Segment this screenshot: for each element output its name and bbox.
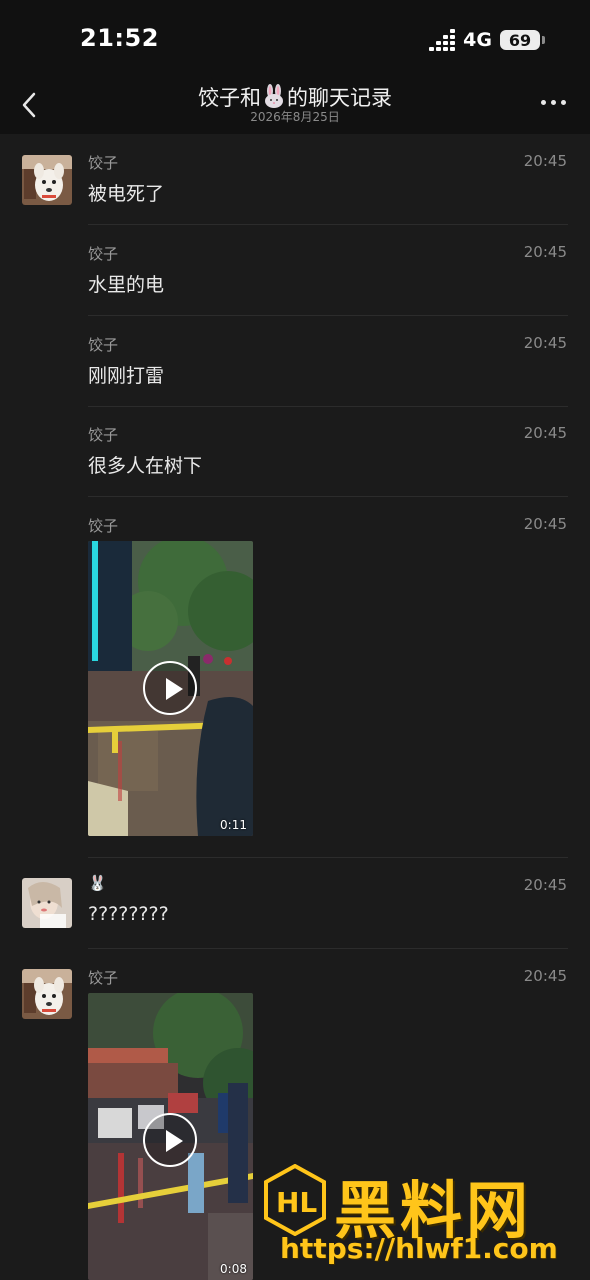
nav-bar: 饺子和 的聊天记录 2026年8月25日: [0, 74, 590, 134]
message-time: 20:45: [523, 424, 567, 442]
message-time: 20:45: [523, 152, 567, 170]
video-thumbnail[interactable]: 0:08: [88, 993, 253, 1280]
watermark: HL 黑料网 https://hlwf1.com: [262, 1160, 582, 1275]
message-time: 20:45: [523, 334, 567, 352]
sender-name: 饺子: [88, 517, 119, 535]
more-dot-icon: [541, 100, 546, 105]
message-item[interactable]: 饺子 20:45 水里的电: [0, 225, 590, 316]
message-time: 20:45: [523, 243, 567, 261]
sender-name: 饺子: [88, 969, 119, 987]
sender-name: 饺子: [88, 426, 119, 444]
message-text: 刚刚打雷: [88, 365, 165, 387]
video-duration: 0:11: [220, 818, 247, 832]
watermark-url: https://hlwf1.com: [280, 1232, 558, 1265]
sender-name: 饺子: [88, 154, 119, 172]
status-bar: 21:52 4G 69: [0, 0, 590, 74]
play-icon[interactable]: [143, 661, 197, 715]
message-text: 很多人在树下: [88, 455, 203, 477]
message-text: 被电死了: [88, 183, 165, 205]
message-item[interactable]: 🐰 20:45 ????????: [0, 858, 590, 949]
message-text: 水里的电: [88, 274, 165, 296]
message-item[interactable]: 饺子 20:45 很多人在树下: [0, 406, 590, 497]
message-item[interactable]: 饺子 20:45 被电死了: [0, 134, 590, 225]
title-suffix: 的聊天记录: [287, 86, 392, 110]
sender-name: 🐰: [88, 874, 107, 892]
signal-icon: [429, 29, 456, 51]
video-duration: 0:08: [220, 1262, 247, 1276]
message-text: ????????: [88, 903, 169, 925]
avatar-rabbit[interactable]: [22, 878, 72, 928]
status-indicators: 4G 69: [429, 26, 545, 54]
svg-text:HL: HL: [276, 1186, 317, 1219]
page-subtitle: 2026年8月25日: [250, 110, 340, 124]
sender-name: 饺子: [88, 245, 119, 263]
message-time: 20:45: [523, 515, 567, 533]
play-icon[interactable]: [143, 1113, 197, 1167]
battery-icon: 69: [500, 30, 545, 50]
message-time: 20:45: [523, 876, 567, 894]
more-dot-icon: [561, 100, 566, 105]
sender-name: 饺子: [88, 336, 119, 354]
message-item[interactable]: 饺子 20:45 刚刚打雷: [0, 316, 590, 407]
chat-history-screen: 21:52 4G 69 饺子和 的聊天记录 2026年8月25日 饺子 20:4…: [0, 0, 590, 1280]
title-prefix: 饺子和: [198, 86, 261, 110]
avatar-jiaozi[interactable]: [22, 969, 72, 1019]
more-button[interactable]: [541, 100, 566, 105]
battery-level: 69: [508, 30, 532, 50]
message-time: 20:45: [523, 967, 567, 985]
network-type: 4G: [463, 29, 492, 51]
more-dot-icon: [551, 100, 556, 105]
status-time: 21:52: [80, 24, 159, 52]
watermark-logo-icon: HL: [264, 1164, 326, 1236]
video-thumbnail[interactable]: 0:11: [88, 541, 253, 836]
avatar-jiaozi[interactable]: [22, 155, 72, 205]
message-item[interactable]: 饺子 20:45 0:11: [0, 497, 590, 858]
